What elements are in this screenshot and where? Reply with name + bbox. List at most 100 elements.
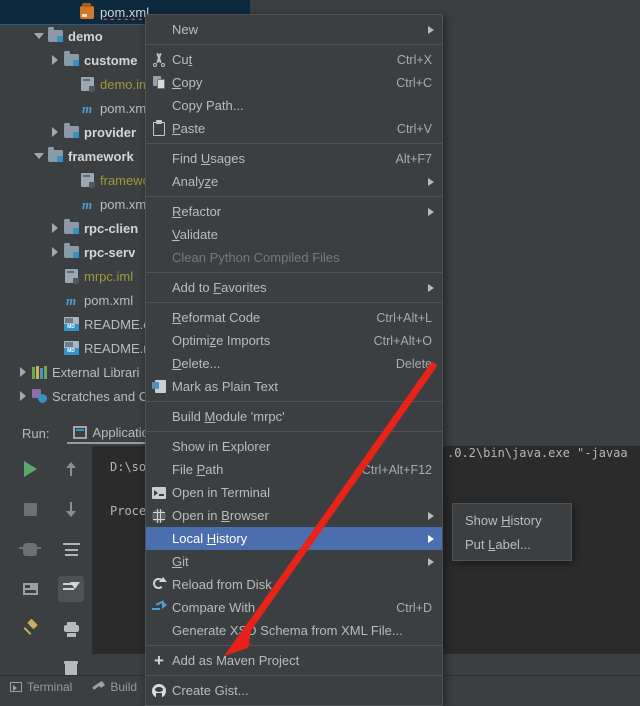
menu-item-refactor[interactable]: Refactor (146, 200, 442, 223)
chevron-right-icon (52, 247, 58, 257)
menu-separator (146, 645, 442, 646)
menu-item-local-history[interactable]: Local History (146, 527, 442, 550)
submenu-arrow-icon (428, 207, 434, 216)
menu-item-find-usages[interactable]: Find Usages Alt+F7 (146, 147, 442, 170)
folder-module-icon (62, 123, 80, 141)
menu-separator (146, 401, 442, 402)
menu-item-add-as-maven-project[interactable]: + Add as Maven Project (146, 649, 442, 672)
menu-item-file-path[interactable]: File Path Ctrl+Alt+F12 (146, 458, 442, 481)
tree-item-label: External Librari (52, 364, 140, 380)
menu-item-shortcut: Ctrl+C (396, 75, 432, 90)
print-button[interactable] (58, 616, 84, 642)
submenu-arrow-icon (428, 25, 434, 34)
reload-glyph (152, 577, 167, 592)
menu-item-generate-xsd-schema-from-xml-file[interactable]: Generate XSD Schema from XML File... (146, 619, 442, 642)
bottom-bar-button-label: Terminal (27, 679, 73, 694)
menu-item-git[interactable]: Git (146, 550, 442, 573)
run-window-header: Run: Applicatio (0, 420, 155, 446)
submenu-item-put-label[interactable]: Put Label... (453, 532, 571, 556)
menu-separator (146, 675, 442, 676)
run-left-toolbar[interactable] (8, 456, 52, 642)
menu-item-reformat-code[interactable]: Reformat Code Ctrl+Alt+L (146, 306, 442, 329)
menu-item-show-in-explorer[interactable]: Show in Explorer (146, 435, 442, 458)
menu-item-mark-as-plain-text[interactable]: Mark as Plain Text (146, 375, 442, 398)
scroll-down-button[interactable] (58, 496, 84, 522)
menu-item-build-module-mrpc[interactable]: Build Module 'mrpc' (146, 405, 442, 428)
menu-item-add-to-favorites[interactable]: Add to Favorites (146, 276, 442, 299)
scratches-icon (30, 387, 48, 405)
menu-item-mnemonic: z (204, 174, 212, 189)
menu-item-mnemonic: V (172, 227, 180, 242)
tree-twisty-placeholder (48, 288, 62, 312)
menu-item-mnemonic: R (172, 310, 182, 325)
console-line-right: .0.2\bin\java.exe "-javaa (447, 446, 628, 460)
menu-item-create-gist[interactable]: Create Gist... (146, 679, 442, 702)
menu-item-label: Analyze (172, 174, 219, 189)
stop-button[interactable] (17, 496, 43, 522)
markdown-icon (62, 315, 80, 333)
run-second-toolbar[interactable] (52, 456, 90, 682)
menu-item-mnemonic: P (172, 121, 181, 136)
iml-glyph (80, 173, 95, 188)
run-configuration-tab[interactable]: Applicatio (67, 423, 155, 444)
tree-twisty[interactable] (16, 360, 30, 384)
chevron-down-icon (34, 33, 44, 39)
bottom-bar-button-build[interactable]: Build (82, 676, 147, 697)
menu-item-label: Copy Path... (172, 98, 244, 113)
tree-twisty[interactable] (48, 120, 62, 144)
menu-item-cut[interactable]: Cut Ctrl+X (146, 48, 442, 71)
tree-item-label: demo (68, 28, 103, 44)
file-context-menu[interactable]: New Cut Ctrl+X Copy Ctrl+C Copy Path... Paste C… (145, 14, 443, 706)
chevron-right-icon (20, 391, 26, 401)
tree-twisty[interactable] (32, 144, 46, 168)
menu-item-label: Add to Favorites (172, 280, 267, 295)
tree-twisty-placeholder (64, 168, 78, 192)
tree-twisty[interactable] (48, 240, 62, 264)
menu-item-shortcut: Ctrl+V (396, 121, 432, 136)
maven-pom-glyph (80, 2, 94, 19)
menu-item-copy[interactable]: Copy Ctrl+C (146, 71, 442, 94)
menu-item-optimize-imports[interactable]: Optimize Imports Ctrl+Alt+O (146, 329, 442, 352)
tree-item-label: rpc-serv (84, 244, 136, 260)
menu-item-mnemonic: L (488, 536, 496, 552)
menu-item-shortcut: Ctrl+Alt+L (376, 310, 432, 325)
rerun-button[interactable] (17, 456, 43, 482)
menu-item-label: Delete... (172, 356, 221, 371)
tree-twisty[interactable] (32, 24, 46, 48)
console-button[interactable] (17, 576, 43, 602)
tree-twisty[interactable] (48, 216, 62, 240)
scroll-to-end-button[interactable] (58, 576, 84, 602)
bottom-bar-button-terminal[interactable]: Terminal (0, 676, 82, 697)
scratches-glyph (31, 389, 47, 403)
menu-item-copy-path[interactable]: Copy Path... (146, 94, 442, 117)
maven-pom-icon (78, 2, 96, 21)
local-history-submenu[interactable]: Show History Put Label... (452, 503, 572, 561)
pin-tab-button[interactable] (17, 616, 43, 642)
menu-item-compare-with[interactable]: Compare With... Ctrl+D (146, 596, 442, 619)
submenu-item-show-history[interactable]: Show History (453, 508, 571, 532)
menu-item-mnemonic: F (213, 280, 222, 295)
menu-item-paste[interactable]: Paste Ctrl+V (146, 117, 442, 140)
menu-item-reload-from-disk[interactable]: Reload from Disk (146, 573, 442, 596)
menu-item-open-in-browser[interactable]: Open in Browser (146, 504, 442, 527)
menu-item-delete[interactable]: Delete... Delete (146, 352, 442, 375)
soft-wrap-button[interactable] (58, 536, 84, 562)
menu-item-new[interactable]: New (146, 18, 442, 41)
folder-icon (47, 27, 63, 42)
menu-item-label: Paste (172, 121, 206, 136)
paste-icon (146, 119, 172, 136)
menu-item-validate[interactable]: Validate (146, 223, 442, 246)
print-icon (63, 621, 80, 637)
menu-item-analyze[interactable]: Analyze (146, 170, 442, 193)
tree-twisty[interactable] (16, 384, 30, 406)
scroll-up-button[interactable] (58, 456, 84, 482)
debug-button[interactable] (17, 536, 43, 562)
terminal-icon (10, 681, 22, 692)
menu-item-mnemonic: z (209, 333, 217, 348)
tree-twisty[interactable] (48, 48, 62, 72)
menu-item-open-in-terminal[interactable]: Open in Terminal (146, 481, 442, 504)
iml-icon (78, 75, 96, 93)
